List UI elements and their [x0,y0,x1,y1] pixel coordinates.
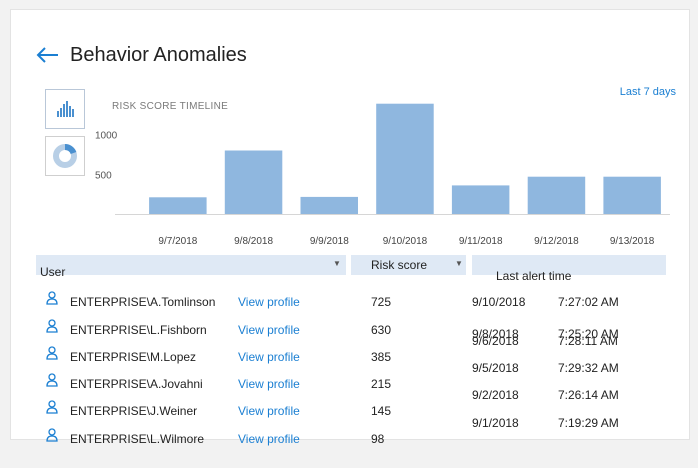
x-tick-label: 9/9/2018 [310,236,349,247]
risk-score-value: 385 [371,350,392,364]
user-name: ENTERPRISE\J.Weiner [70,404,198,418]
bar-9/11/2018[interactable] [451,185,510,214]
user-icon [46,428,58,442]
bar-9/12/2018[interactable] [527,176,586,214]
bar-9/7/2018[interactable] [149,197,207,214]
y-tick-label: 1000 [95,131,118,142]
view-profile-link[interactable]: View profile [238,350,300,364]
last-alert-time: 7:28:11 AM [558,334,618,348]
column-header-risk-score[interactable]: Risk score ▼ [351,255,466,275]
x-tick-label: 9/8/2018 [234,236,273,247]
last-alert-date: 9/1/2018 [472,416,519,430]
bar-9/10/2018[interactable] [376,103,434,214]
user-name: ENTERPRISE\A.Jovahni [70,377,203,391]
last-alert-time: 7:27:02 AM [558,295,619,309]
x-tick-label: 9/12/2018 [534,236,579,247]
risk-score-value: 145 [371,404,392,418]
last-alert-date: 9/2/2018 [472,388,519,402]
bar-chart-icon [57,101,74,117]
last-alert-date: 9/10/2018 [472,295,526,309]
user-icon [46,319,58,333]
donut-chart-view-button[interactable] [45,136,85,176]
sort-caret-icon[interactable]: ▼ [333,259,341,268]
view-profile-link[interactable]: View profile [238,432,300,446]
sort-caret-icon[interactable]: ▼ [455,259,463,268]
users-table: User ▼ Risk score ▼ Last alert time ENTE… [26,255,666,446]
x-tick-label: 9/7/2018 [158,236,197,247]
user-icon [46,373,58,387]
user-name: ENTERPRISE\A.Tomlinson [70,295,216,309]
last-alert-time: 7:29:32 AM [558,361,619,375]
column-header-risk-score-label: Risk score [371,258,428,272]
user-icon [46,291,58,305]
risk-score-value: 98 [371,432,385,446]
user-name: ENTERPRISE\M.Lopez [70,350,197,364]
table-row: ENTERPRISE\L.Wilmore View profile 98 9/1/20… [26,416,666,452]
user-name: ENTERPRISE\L.Wilmore [70,432,205,446]
bar-chart-view-button[interactable] [45,89,85,129]
view-profile-link[interactable]: View profile [238,323,300,337]
y-tick-label: 500 [95,170,112,181]
bar-9/9/2018[interactable] [300,196,359,214]
risk-score-value: 215 [371,377,392,391]
last-alert-date: 9/6/2018 [472,334,519,348]
page-title: Behavior Anomalies [70,43,247,66]
donut-chart-icon [53,143,77,168]
column-header-user[interactable]: User ▼ [36,255,346,279]
x-tick-label: 9/10/2018 [383,236,428,247]
x-tick-label: 9/11/2018 [459,236,503,247]
risk-score-value: 630 [371,323,392,337]
x-tick-label: 9/13/2018 [610,236,655,247]
last-alert-time: 7:26:14 AM [558,388,619,402]
user-name: ENTERPRISE\L.Fishborn [70,323,207,337]
column-header-last-alert-time-label: Last alert time [496,269,572,283]
user-icon [46,400,58,414]
column-header-user-label: User [40,265,66,279]
view-profile-link[interactable]: View profile [238,404,300,418]
view-profile-link[interactable]: View profile [238,377,300,391]
last-alert-date: 9/5/2018 [472,361,519,375]
risk-score-chart: 500 1000 9/7/2018 9/8/2018 9/9/2018 9/10/2018… [95,103,670,247]
last-alert-time: 7:19:29 AM [558,416,619,430]
column-header-last-alert-time[interactable]: Last alert time [472,255,666,283]
page-header: Behavior Anomalies [36,40,247,70]
bar-9/8/2018[interactable] [224,150,283,215]
bar-9/13/2018[interactable] [603,176,661,214]
view-profile-link[interactable]: View profile [238,295,300,309]
table-row: ENTERPRISE\A.Tomlinson View profile 725 9/1… [26,291,666,315]
back-arrow-icon[interactable] [36,45,60,65]
risk-score-value: 725 [371,295,392,309]
user-icon [46,346,58,360]
